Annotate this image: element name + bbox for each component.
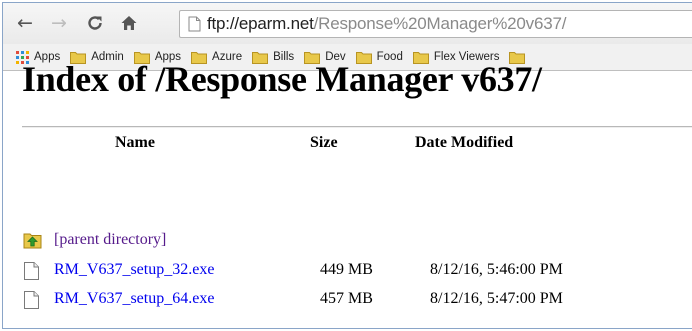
file-size: 457 MB [320, 290, 373, 307]
parent-directory-row: [parent directory] [3, 229, 692, 253]
url-text: ftp://eparm.net/Response%20Manager%20v63… [207, 14, 566, 34]
home-button[interactable] [117, 11, 141, 35]
file-row: RM_V637_setup_32.exe 449 MB 8/12/16, 5:4… [3, 259, 692, 283]
parent-directory-link[interactable]: [parent directory] [54, 231, 166, 249]
file-size: 449 MB [320, 261, 373, 278]
forward-button[interactable]: → [47, 11, 71, 35]
back-button[interactable]: ← [13, 11, 37, 35]
reload-icon [88, 16, 102, 30]
column-header-size: Size [310, 134, 338, 151]
page-icon [188, 16, 201, 32]
file-date: 8/12/16, 5:46:00 PM [430, 261, 563, 278]
back-arrow-icon: ← [17, 12, 33, 34]
url-host: ftp://eparm.net [207, 14, 314, 33]
browser-window: ← → ftp://eparm.net/Response%20Manager%2… [2, 2, 692, 329]
parent-folder-up-icon [23, 231, 43, 249]
page-title: Index of /Response Manager v637/ [22, 59, 542, 99]
file-date: 8/12/16, 5:47:00 PM [430, 290, 563, 307]
browser-toolbar: ← → ftp://eparm.net/Response%20Manager%2… [3, 3, 692, 44]
column-header-name: Name [115, 134, 155, 151]
address-bar[interactable]: ftp://eparm.net/Response%20Manager%20v63… [179, 10, 692, 38]
home-icon [121, 16, 137, 30]
url-path: /Response%20Manager%20v637/ [313, 14, 567, 33]
file-icon [23, 290, 40, 310]
reload-button[interactable] [83, 11, 107, 35]
file-link[interactable]: RM_V637_setup_64.exe [54, 290, 214, 308]
divider [22, 126, 692, 128]
file-icon [23, 261, 40, 281]
file-link[interactable]: RM_V637_setup_32.exe [54, 261, 214, 279]
forward-arrow-icon: → [51, 12, 67, 34]
column-header-date: Date Modified [415, 134, 514, 151]
file-row: RM_V637_setup_64.exe 457 MB 8/12/16, 5:4… [3, 288, 692, 312]
